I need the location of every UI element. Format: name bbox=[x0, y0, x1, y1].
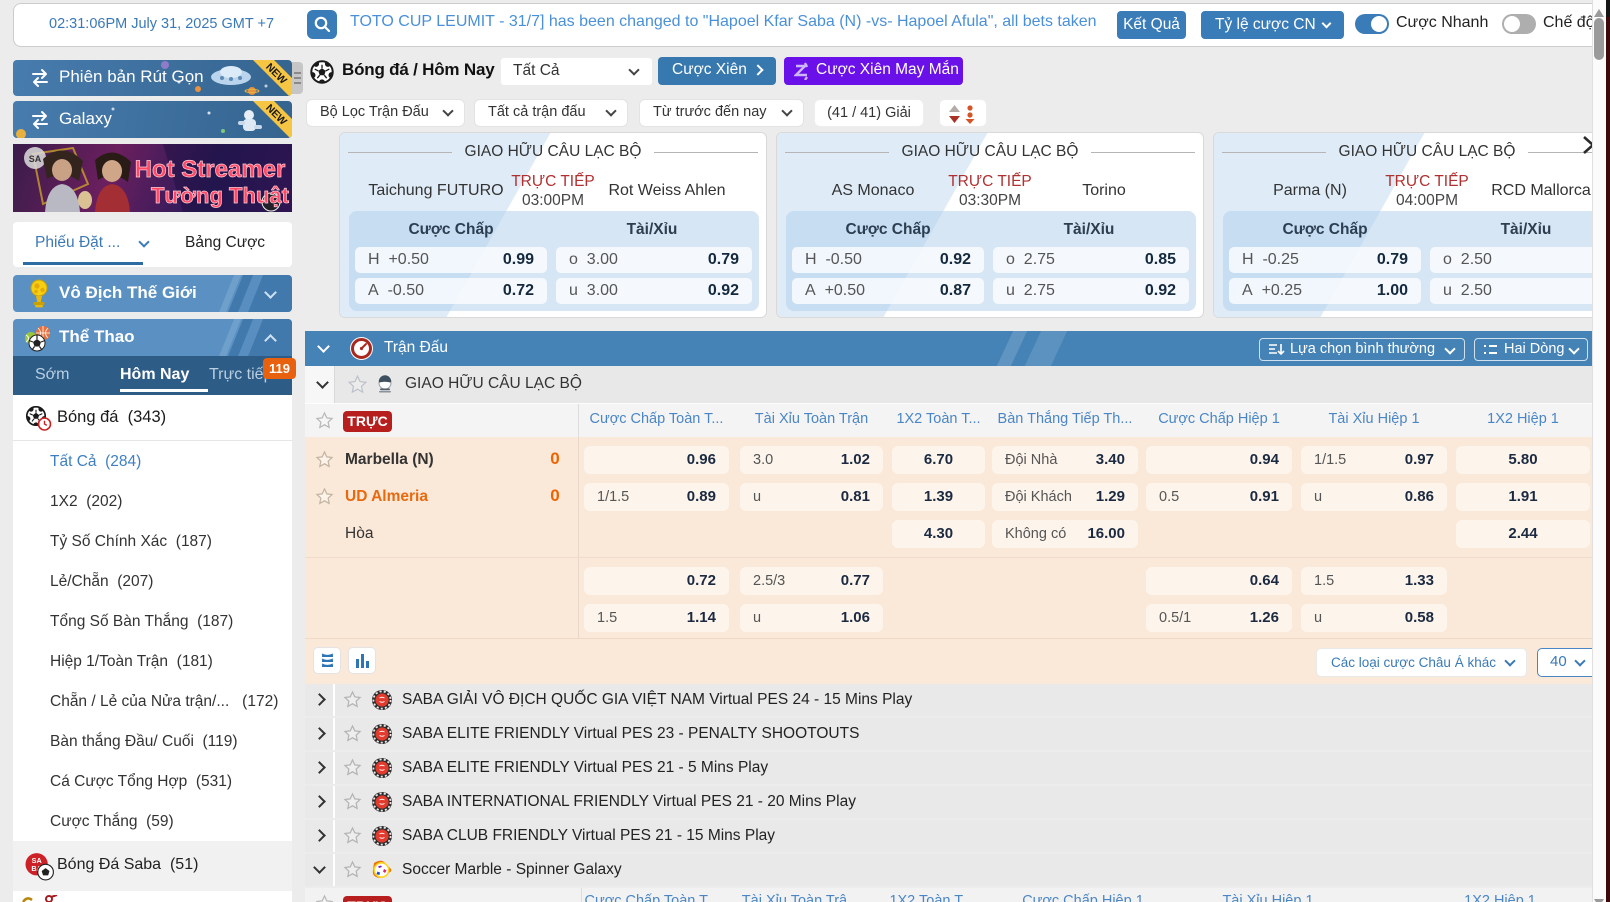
svg-text:Tường Thuật: Tường Thuật bbox=[151, 183, 290, 208]
svg-text:SA: SA bbox=[29, 154, 42, 164]
svg-text:Hot Streamer: Hot Streamer bbox=[135, 156, 286, 183]
